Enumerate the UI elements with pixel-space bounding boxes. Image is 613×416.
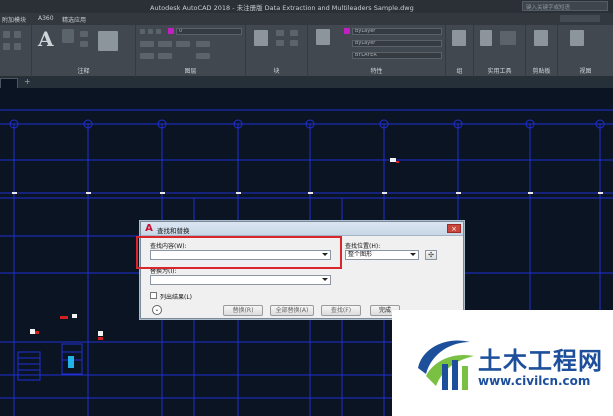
layer-tool-icon[interactable] [140,53,154,59]
new-tab-icon[interactable]: + [24,77,31,86]
help-search-input[interactable]: 键入关键字或短语 [522,1,608,11]
panel-label-properties[interactable]: 特性 [308,66,445,75]
layer-tool-icon[interactable] [176,41,190,47]
panel-label-view[interactable]: 视图 [558,66,613,75]
civilcn-logo [418,340,474,390]
color-dropdown[interactable]: ByLayer [352,28,442,35]
block-tool-icon[interactable] [276,30,284,36]
close-icon[interactable]: × [447,224,461,233]
ribbon-panel-group: 组 [446,25,474,77]
chevron-down-icon[interactable] [322,278,328,281]
dialog-title: 查找和替换 [157,227,190,235]
panel-label-group[interactable]: 组 [446,66,473,75]
draw-tool-icon[interactable] [3,43,10,50]
location-select-value: 整个图形 [348,251,373,258]
find-button[interactable]: 查找(F) [321,305,361,316]
draw-tool-icon[interactable] [14,31,21,38]
tab-bar-right-tools[interactable] [560,15,600,22]
ribbon-panel-utilities: 实用工具 [474,25,526,77]
autocad-window: Autodesk AutoCAD 2018 - 未注册版 Data Extrac… [0,0,613,416]
watermark-civilcn: 土木工程网 www.civilcn.com [392,310,613,416]
title-bar: Autodesk AutoCAD 2018 - 未注册版 Data Extrac… [0,0,613,13]
draw-tool-icon[interactable] [14,43,21,50]
ribbon-panel-block: 块 [246,25,308,77]
window-title: Autodesk AutoCAD 2018 - 未注册版 Data Extrac… [150,4,414,12]
panel-label-utilities[interactable]: 实用工具 [474,66,525,75]
table-icon[interactable] [80,41,88,47]
markup-tool-icon[interactable] [98,31,118,51]
measure-icon[interactable] [480,30,492,46]
replace-button[interactable]: 替换(R) [223,305,263,316]
replace-all-button[interactable]: 全部替换(A) [270,305,314,316]
calculator-icon[interactable] [500,31,516,45]
dialog-title-bar[interactable]: A 查找和替换 × [141,222,463,236]
linetype-dropdown[interactable]: ByLayer [352,40,442,47]
color-swatch [344,28,350,34]
location-label: 查找位置(H): [345,243,381,250]
panel-label-block[interactable]: 块 [246,66,307,75]
ribbon-panel-properties: ByLayer ByLayer BYLAYER 特性 [308,25,446,77]
select-objects-button[interactable]: ✣ [425,250,437,260]
block-tool-icon[interactable] [290,40,298,46]
group-icon[interactable] [452,30,466,46]
ribbon: A 注释 0 图层 块 ByLayer ByLayer BYLAYER 特性 组… [0,25,613,77]
watermark-brand: 土木工程网 [478,347,603,375]
ribbon-tab-bar: 附加模块 A360 精选应用 [0,13,613,25]
ribbon-panel-view: 视图 [558,25,613,77]
leader-icon[interactable] [80,31,88,37]
sun-icon[interactable] [148,29,153,34]
ribbon-panel-draw-partial [0,25,32,77]
highlight-box [136,236,342,269]
view-icon[interactable] [570,30,584,46]
list-results-label: 列出结果(L) [160,294,193,301]
replace-input[interactable] [150,275,331,285]
document-tab-bar: + [0,77,613,88]
ribbon-panel-layers: 0 图层 [136,25,246,77]
text-tool-icon[interactable]: A [38,27,54,51]
block-tool-icon[interactable] [276,40,284,46]
list-results-checkbox[interactable] [150,292,157,299]
panel-label-annotation[interactable]: 注释 [32,66,135,75]
layer-properties-icon[interactable] [140,41,154,47]
match-properties-icon[interactable] [316,29,330,45]
tab-addins[interactable]: 附加模块 [2,15,26,24]
block-tool-icon[interactable] [290,30,298,36]
panel-label-layers[interactable]: 图层 [136,66,245,75]
bulb-icon[interactable] [140,29,145,34]
layer-color-swatch [168,28,174,34]
dimension-tool-icon[interactable] [62,29,74,43]
location-select[interactable]: 整个图形 [345,250,419,260]
tab-a360[interactable]: A360 [38,15,54,22]
layer-tool-icon[interactable] [196,53,210,59]
lineweight-dropdown[interactable]: BYLAYER [352,52,442,59]
expand-options-button[interactable]: ⌄ [152,305,162,315]
tab-featured-apps[interactable]: 精选应用 [62,15,86,24]
ribbon-panel-annotation: A 注释 [32,25,136,77]
document-tab[interactable] [0,78,18,88]
lock-icon[interactable] [156,29,161,34]
insert-block-icon[interactable] [254,30,268,46]
watermark-url: www.civilcn.com [478,374,591,388]
ribbon-panel-clipboard: 剪贴板 [526,25,558,77]
layer-tool-icon[interactable] [196,41,210,47]
autocad-logo-icon: A [145,223,153,234]
chevron-down-icon[interactable] [410,253,416,256]
layer-tool-icon[interactable] [158,41,172,47]
panel-label-clipboard[interactable]: 剪贴板 [526,66,557,75]
draw-tool-icon[interactable] [3,31,10,38]
layer-tool-icon[interactable] [158,53,172,59]
paste-icon[interactable] [534,30,548,46]
layer-dropdown[interactable]: 0 [176,28,242,35]
